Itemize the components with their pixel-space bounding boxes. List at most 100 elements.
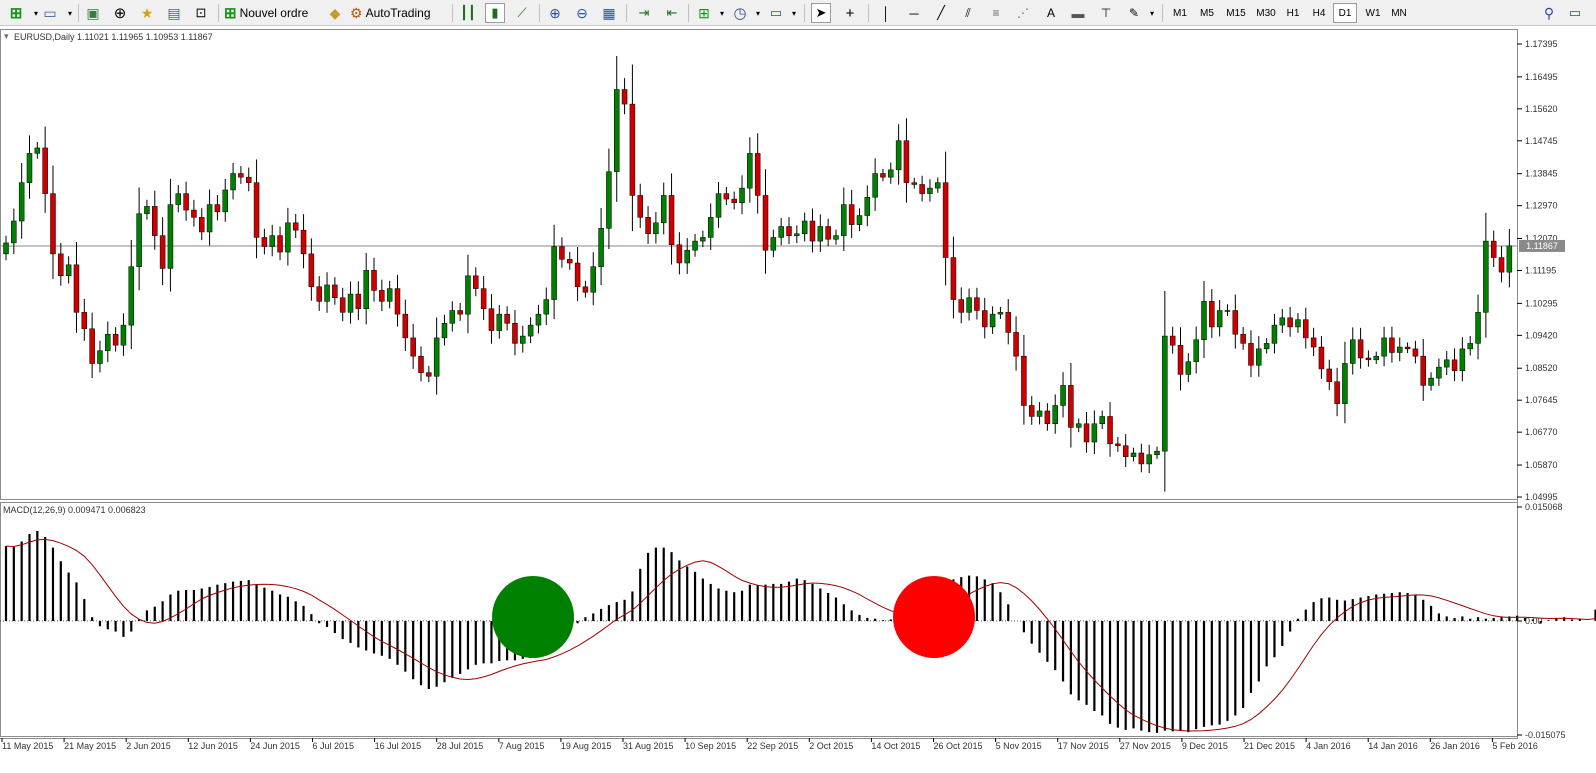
candle-body	[3, 242, 9, 255]
candle-body	[825, 226, 831, 240]
candle-body	[285, 222, 291, 253]
price-tick-label: 1.08520	[1525, 363, 1558, 373]
candle-body	[42, 147, 48, 194]
time-tick-label: 31 Aug 2015	[623, 741, 674, 751]
price-tick-label: 1.15620	[1525, 104, 1558, 114]
chat-icon[interactable]: ▭	[1565, 3, 1585, 23]
toolbar-separator	[78, 4, 79, 22]
dropdown-arrow-icon[interactable]: ▾	[60, 3, 80, 23]
market-watch-icon[interactable]: ▣	[83, 3, 103, 23]
timeframe-w1-button[interactable]: W1	[1361, 3, 1385, 23]
vertical-line-icon[interactable]: │	[876, 3, 896, 23]
candle-body	[1451, 359, 1458, 372]
new-order-button[interactable]: ⊞ Nouvel ordre	[224, 3, 318, 23]
candle-body	[1381, 337, 1387, 357]
crosshair-icon[interactable]: +	[840, 3, 860, 23]
shapes-icon[interactable]: ✎	[1124, 3, 1144, 23]
templates-icon[interactable]: ▭	[766, 3, 786, 23]
candle-body	[65, 264, 72, 277]
candle-body	[762, 195, 769, 251]
candle-body	[1357, 339, 1364, 359]
line-chart-icon[interactable]: ⟋	[512, 3, 532, 23]
timeframe-h4-button[interactable]: H4	[1307, 3, 1331, 23]
strategy-tester-icon[interactable]: ⊡	[191, 3, 211, 23]
candle-body	[989, 313, 996, 328]
time-tick-label: 16 Jul 2015	[375, 741, 422, 751]
time-tick-label: 5 Feb 2016	[1492, 741, 1538, 751]
price-tick-label: 1.05870	[1525, 460, 1558, 470]
navigator-icon[interactable]: ★	[137, 3, 157, 23]
trendline-icon[interactable]: ╱	[931, 3, 951, 23]
timeframe-m15-button[interactable]: M15	[1222, 3, 1250, 23]
candle-body	[18, 182, 25, 222]
dropdown-arrow-icon[interactable]: ▾	[712, 3, 732, 23]
candle-body	[465, 275, 471, 315]
time-tick-label: 9 Dec 2015	[1182, 741, 1228, 751]
indicators-icon[interactable]: ⊞	[694, 3, 714, 23]
fibonacci-fan-icon[interactable]: ⋰	[1013, 3, 1033, 23]
timeframe-d1-button[interactable]: D1	[1333, 3, 1357, 23]
timeframe-mn-button[interactable]: MN	[1387, 3, 1411, 23]
timeframe-m5-button[interactable]: M5	[1195, 3, 1219, 23]
candle-body	[89, 328, 95, 364]
autotrading-button[interactable]: ⚙ AutoTrading	[350, 3, 444, 23]
timeframe-m30-button[interactable]: M30	[1252, 3, 1280, 23]
candle-body	[935, 182, 941, 189]
terminal-icon[interactable]: ▤	[164, 3, 184, 23]
new-order-icon: ⊞	[224, 5, 237, 22]
candlestick-chart-icon[interactable]: ▮	[485, 3, 505, 23]
profiles-icon[interactable]: ▭	[40, 3, 60, 23]
candle-body	[911, 182, 918, 185]
candle-body	[684, 249, 690, 264]
candle-body	[1130, 452, 1137, 457]
chart-window[interactable]: 1.17395 1.16495 1.15620 1.14745 1.13845 1.129…	[0, 27, 1596, 773]
candle-body	[1498, 257, 1505, 273]
candle-body	[159, 235, 166, 269]
chart-shift-icon[interactable]: ⇤	[662, 3, 682, 23]
bar-chart-icon[interactable]: ┃┃	[458, 3, 478, 23]
time-tick-label: 27 Nov 2015	[1120, 741, 1171, 751]
autotrading-label: AutoTrading	[365, 6, 431, 20]
new-chart-icon[interactable]: ⊞	[6, 3, 26, 23]
search-icon[interactable]: ⚲	[1539, 3, 1559, 23]
candle-body	[754, 153, 761, 196]
auto-scroll-icon[interactable]: ⇥	[634, 3, 654, 23]
candle-body	[606, 171, 612, 229]
cursor-icon[interactable]: ➤	[811, 3, 831, 23]
candle-body	[1303, 319, 1309, 339]
zoom-in-icon[interactable]: ⊕	[545, 3, 565, 23]
dropdown-arrow-icon[interactable]: ▾	[748, 3, 768, 23]
fibonacci-retracement-icon[interactable]: ≡	[986, 3, 1006, 23]
candle-body	[1342, 363, 1348, 404]
candle-body	[206, 204, 213, 233]
candle-body	[770, 237, 777, 251]
text-label-icon[interactable]: ▬	[1068, 3, 1088, 23]
candle-body	[1052, 405, 1058, 425]
zoom-out-icon[interactable]: ⊖	[572, 3, 592, 23]
text-tool-icon[interactable]: A	[1041, 3, 1061, 23]
data-window-icon[interactable]: ⊕	[110, 3, 130, 23]
candle-body	[355, 293, 362, 309]
collapse-triangle-icon[interactable]: ▾	[4, 31, 9, 41]
tile-windows-icon[interactable]: ▦	[599, 3, 619, 23]
meta-editor-icon[interactable]: ◆	[325, 3, 345, 23]
price-tick-label: 1.10295	[1525, 298, 1558, 308]
candle-body	[1256, 348, 1262, 366]
toolbar-separator	[539, 4, 540, 22]
arrows-icon[interactable]: ⊤	[1096, 3, 1116, 23]
dropdown-arrow-icon[interactable]: ▾	[1142, 3, 1162, 23]
candle-body	[1115, 443, 1121, 446]
timeframe-m1-button[interactable]: M1	[1168, 3, 1192, 23]
periods-icon[interactable]: ◷	[730, 3, 750, 23]
toolbar-separator	[688, 4, 689, 22]
equidistant-channel-icon[interactable]: ⫽	[958, 3, 978, 23]
candle-body	[848, 204, 855, 225]
candle-body	[277, 235, 283, 253]
time-tick-label: 7 Aug 2015	[499, 741, 545, 751]
timeframe-h1-button[interactable]: H1	[1281, 3, 1305, 23]
candle-body	[872, 173, 878, 198]
candle-body	[97, 350, 103, 364]
dropdown-arrow-icon[interactable]: ▾	[784, 3, 804, 23]
horizontal-line-icon[interactable]: ─	[904, 3, 924, 23]
candle-body	[629, 103, 636, 196]
